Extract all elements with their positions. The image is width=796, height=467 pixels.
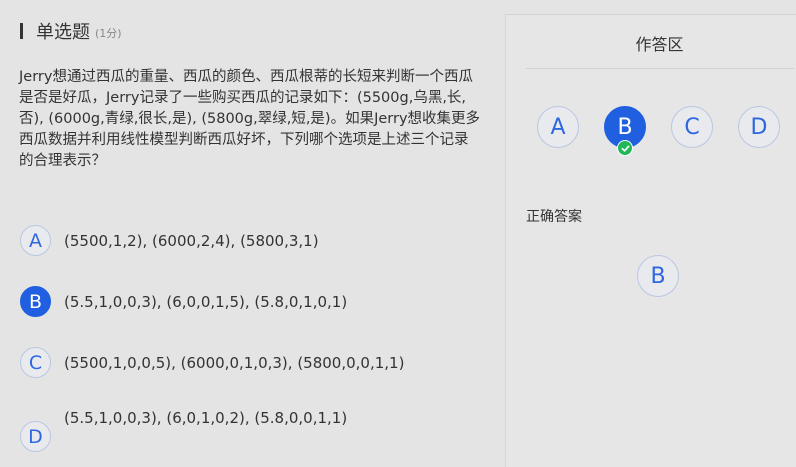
option-a-letter[interactable]: A bbox=[20, 225, 51, 256]
option-b-text: (5.5,1,0,0,3), (6,0,0,1,5), (5.8,0,1,0,1… bbox=[64, 292, 348, 311]
answer-choice-b-label: B bbox=[617, 114, 633, 140]
question-type-label: 单选题 bbox=[36, 22, 90, 43]
option-b[interactable]: B (5.5,1,0,0,3), (6,0,0,1,5), (5.8,0,1,0… bbox=[20, 286, 347, 317]
question-text: Jerry想通过西瓜的重量、西瓜的颜色、西瓜根蒂的长短来判断一个西瓜是否是好瓜，… bbox=[19, 69, 481, 169]
option-c[interactable]: C (5500,1,0,0,5), (6000,0,1,0,3), (5800,… bbox=[20, 347, 404, 378]
answer-panel-title: 作答区 bbox=[635, 35, 684, 54]
check-icon bbox=[617, 140, 633, 156]
answer-choice-b[interactable]: B bbox=[604, 106, 646, 156]
answer-choice-d[interactable]: D bbox=[738, 106, 780, 148]
option-c-letter[interactable]: C bbox=[20, 347, 51, 378]
option-d-letter[interactable]: D bbox=[20, 421, 51, 452]
header-accent-bar bbox=[20, 23, 23, 39]
answer-choice-c[interactable]: C bbox=[671, 106, 713, 148]
panel-divider bbox=[526, 68, 794, 69]
answer-choice-a[interactable]: A bbox=[537, 106, 579, 148]
option-a[interactable]: A (5500,1,2), (6000,2,4), (5800,3,1) bbox=[20, 225, 319, 256]
question-header: 单选题 (1分) bbox=[20, 18, 122, 44]
quiz-page: 单选题 (1分) Jerry想通过西瓜的重量、西瓜的颜色、西瓜根蒂的长短来判断一… bbox=[0, 0, 796, 467]
option-a-text: (5500,1,2), (6000,2,4), (5800,3,1) bbox=[64, 231, 319, 250]
answer-panel: 作答区 A B C D 正确答案 B bbox=[505, 14, 796, 467]
option-b-letter[interactable]: B bbox=[20, 286, 51, 317]
option-c-text: (5500,1,0,0,5), (6000,0,1,0,3), (5800,0,… bbox=[64, 353, 405, 372]
question-score-label: (1分) bbox=[95, 26, 122, 40]
correct-answer-label: 正确答案 bbox=[526, 209, 582, 225]
correct-answer-badge: B bbox=[637, 255, 679, 297]
option-d[interactable]: D (5.5,1,0,0,3), (6,0,1,0,2), (5.8,0,0,1… bbox=[20, 409, 347, 452]
option-d-text: (5.5,1,0,0,3), (6,0,1,0,2), (5.8,0,0,1,1… bbox=[64, 409, 348, 427]
